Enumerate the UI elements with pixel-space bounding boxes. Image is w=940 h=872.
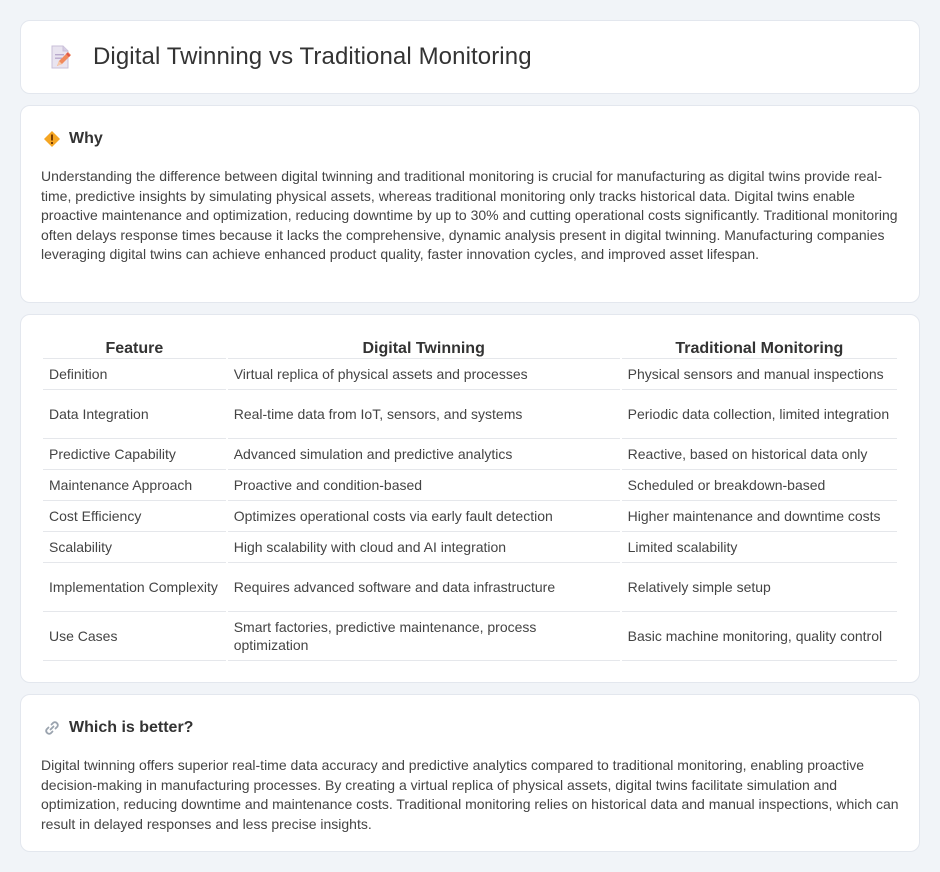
table-header-row: Feature Digital Twinning Traditional Mon… <box>43 335 897 359</box>
feature-cell: Scalability <box>43 532 226 563</box>
feature-cell: Implementation Complexity <box>43 563 226 612</box>
document-pencil-icon <box>51 45 71 69</box>
better-title: Which is better? <box>69 719 194 736</box>
feature-cell: Use Cases <box>43 612 226 661</box>
better-heading: Which is better? <box>21 695 919 739</box>
table-row: Use Cases Smart factories, predictive ma… <box>43 612 897 661</box>
feature-cell: Data Integration <box>43 390 226 439</box>
comparison-table-card: Feature Digital Twinning Traditional Mon… <box>20 314 920 683</box>
why-title: Why <box>69 130 103 147</box>
traditional-monitoring-cell: Relatively simple setup <box>621 563 897 612</box>
traditional-monitoring-cell: Periodic data collection, limited integr… <box>621 390 897 439</box>
link-icon <box>45 721 59 735</box>
digital-twinning-cell: Optimizes operational costs via early fa… <box>227 501 620 532</box>
table-row: Data Integration Real-time data from IoT… <box>43 390 897 439</box>
traditional-monitoring-cell: Higher maintenance and downtime costs <box>621 501 897 532</box>
table-row: Predictive Capability Advanced simulatio… <box>43 439 897 470</box>
table-row: Definition Virtual replica of physical a… <box>43 359 897 390</box>
digital-twinning-cell: Proactive and condition-based <box>227 470 620 501</box>
traditional-monitoring-cell: Scheduled or breakdown-based <box>621 470 897 501</box>
which-is-better-card: Which is better? Digital twinning offers… <box>20 694 920 852</box>
feature-cell: Maintenance Approach <box>43 470 226 501</box>
why-heading: Why <box>21 106 919 150</box>
warning-diamond-icon <box>44 131 60 147</box>
feature-cell: Cost Efficiency <box>43 501 226 532</box>
header-card: Digital Twinning vs Traditional Monitori… <box>20 20 920 94</box>
table-row: Scalability High scalability with cloud … <box>43 532 897 563</box>
digital-twinning-cell: Smart factories, predictive maintenance,… <box>227 612 620 661</box>
why-text: Understanding the difference between dig… <box>41 168 898 262</box>
header-digital-twinning: Digital Twinning <box>227 335 620 359</box>
traditional-monitoring-cell: Reactive, based on historical data only <box>621 439 897 470</box>
header-row: Digital Twinning vs Traditional Monitori… <box>21 21 919 93</box>
better-text: Digital twinning offers superior real-ti… <box>41 757 899 832</box>
digital-twinning-cell: High scalability with cloud and AI integ… <box>227 532 620 563</box>
digital-twinning-cell: Requires advanced software and data infr… <box>227 563 620 612</box>
feature-cell: Predictive Capability <box>43 439 226 470</box>
comparison-table: Feature Digital Twinning Traditional Mon… <box>41 335 899 661</box>
digital-twinning-cell: Advanced simulation and predictive analy… <box>227 439 620 470</box>
feature-cell: Definition <box>43 359 226 390</box>
table-row: Implementation Complexity Requires advan… <box>43 563 897 612</box>
page-title: Digital Twinning vs Traditional Monitori… <box>93 43 532 70</box>
table-row: Cost Efficiency Optimizes operational co… <box>43 501 897 532</box>
digital-twinning-cell: Virtual replica of physical assets and p… <box>227 359 620 390</box>
why-card: Why Understanding the difference between… <box>20 105 920 303</box>
digital-twinning-cell: Real-time data from IoT, sensors, and sy… <box>227 390 620 439</box>
header-traditional-monitoring: Traditional Monitoring <box>621 335 897 359</box>
traditional-monitoring-cell: Limited scalability <box>621 532 897 563</box>
table-row: Maintenance Approach Proactive and condi… <box>43 470 897 501</box>
traditional-monitoring-cell: Basic machine monitoring, quality contro… <box>621 612 897 661</box>
header-feature: Feature <box>43 335 226 359</box>
traditional-monitoring-cell: Physical sensors and manual inspections <box>621 359 897 390</box>
